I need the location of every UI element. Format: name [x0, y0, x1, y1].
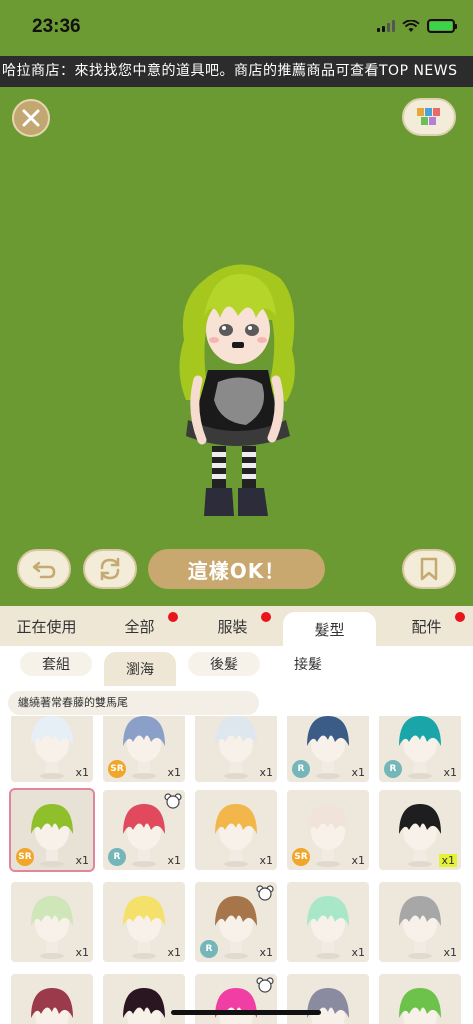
item-count: x1 — [439, 854, 457, 867]
hair-sub-tabs: 套組 瀏海 後髮 接髮 — [0, 646, 473, 686]
item-count: x1 — [75, 946, 89, 959]
rarity-badge: R — [200, 940, 218, 958]
close-button[interactable] — [12, 99, 50, 137]
notification-dot — [261, 612, 271, 622]
hair-item[interactable]: x1 — [11, 716, 93, 782]
bear-icon — [256, 977, 274, 993]
item-count: x1 — [167, 946, 181, 959]
rarity-badge: R — [384, 760, 402, 778]
notification-dot — [168, 612, 178, 622]
item-count: x1 — [167, 854, 181, 867]
tab-in-use[interactable]: 正在使用 — [0, 606, 93, 646]
status-icons — [377, 19, 457, 33]
hair-item[interactable]: SR x1 — [287, 790, 369, 870]
close-icon — [22, 109, 40, 127]
shop-marquee: 哈拉商店：來找找您中意的道具吧。商店的推薦商品可查看TOP NEWS — [0, 56, 473, 87]
rarity-badge: R — [292, 760, 310, 778]
tab-clothing[interactable]: 服裝 — [186, 606, 279, 646]
hair-item[interactable]: x1 — [195, 716, 277, 782]
item-count: x1 — [443, 766, 457, 779]
hair-item[interactable] — [103, 974, 185, 1024]
hair-item[interactable]: Rx1 — [379, 716, 461, 782]
bookmark-icon — [420, 557, 438, 581]
item-grid[interactable]: x1 SR x1 x1 Rx1 Rx1 SR x1 Rx1 x1 SR x1 x1 x1 x1 Rx1 x1 x1 — [0, 716, 473, 1024]
item-count: x1 — [351, 854, 365, 867]
selected-item-name: 纏繞著常春藤的雙馬尾 — [8, 691, 259, 715]
bookmark-button[interactable] — [402, 549, 456, 589]
hair-preview — [123, 988, 165, 1024]
rarity-badge: SR — [16, 848, 34, 866]
hair-item[interactable]: Rx1 — [103, 790, 185, 870]
home-indicator — [171, 1010, 321, 1015]
hair-item[interactable]: x1 — [379, 882, 461, 962]
avatar-stage: 這樣OK！ — [0, 87, 473, 606]
hair-item[interactable]: SR x1 — [9, 788, 95, 872]
undo-icon — [32, 561, 56, 579]
tab-accessories[interactable]: 配件 — [380, 606, 473, 646]
hair-preview — [399, 988, 441, 1024]
hair-preview — [307, 988, 349, 1024]
status-time: 23:36 — [32, 16, 81, 37]
hair-preview — [31, 988, 73, 1024]
bear-icon — [164, 793, 182, 809]
notification-dot — [455, 612, 465, 622]
item-count: x1 — [351, 946, 365, 959]
rarity-badge: SR — [292, 848, 310, 866]
tab-hairstyle[interactable]: 髮型 — [283, 612, 376, 646]
hair-item[interactable]: SR x1 — [103, 716, 185, 782]
status-bar: 23:36 — [0, 0, 473, 56]
hair-item[interactable]: Rx1 — [195, 882, 277, 962]
signal-icon — [377, 20, 395, 32]
wifi-icon — [402, 19, 420, 32]
rarity-badge: R — [108, 848, 126, 866]
item-count: x1 — [75, 766, 89, 779]
avatar-figure — [179, 264, 295, 516]
subtab-bangs[interactable]: 瀏海 — [104, 652, 176, 686]
item-count: x1 — [259, 854, 273, 867]
hair-item[interactable]: x1 — [379, 790, 461, 870]
rotate-icon — [100, 557, 120, 581]
category-tabs: 正在使用 全部 服裝 髮型 配件 — [0, 606, 473, 646]
hair-item[interactable]: Rx1 — [287, 716, 369, 782]
item-count: x1 — [443, 946, 457, 959]
item-count: x1 — [351, 766, 365, 779]
hair-item[interactable]: x1 — [103, 882, 185, 962]
subtab-back-hair[interactable]: 後髮 — [188, 652, 260, 676]
bear-icon — [256, 885, 274, 901]
hair-item[interactable]: x1 — [195, 790, 277, 870]
hair-item[interactable] — [287, 974, 369, 1024]
confirm-ok-button[interactable]: 這樣OK！ — [148, 549, 325, 589]
item-count: x1 — [167, 766, 181, 779]
subtab-extensions[interactable]: 接髮 — [272, 652, 344, 676]
item-count: x1 — [259, 946, 273, 959]
item-count: x1 — [75, 854, 89, 867]
hair-item[interactable]: x1 — [11, 882, 93, 962]
rotate-button[interactable] — [83, 549, 137, 589]
tab-all[interactable]: 全部 — [93, 606, 186, 646]
hair-item[interactable] — [195, 974, 277, 1024]
undo-button[interactable] — [17, 549, 71, 589]
rarity-badge: SR — [108, 760, 126, 778]
hair-item[interactable] — [11, 974, 93, 1024]
layout-button[interactable] — [402, 98, 456, 136]
subtab-set[interactable]: 套組 — [20, 652, 92, 676]
hair-item[interactable] — [379, 974, 461, 1024]
hair-item[interactable]: x1 — [287, 882, 369, 962]
item-count: x1 — [259, 766, 273, 779]
battery-icon — [427, 19, 457, 33]
layout-grid-icon — [417, 108, 440, 125]
